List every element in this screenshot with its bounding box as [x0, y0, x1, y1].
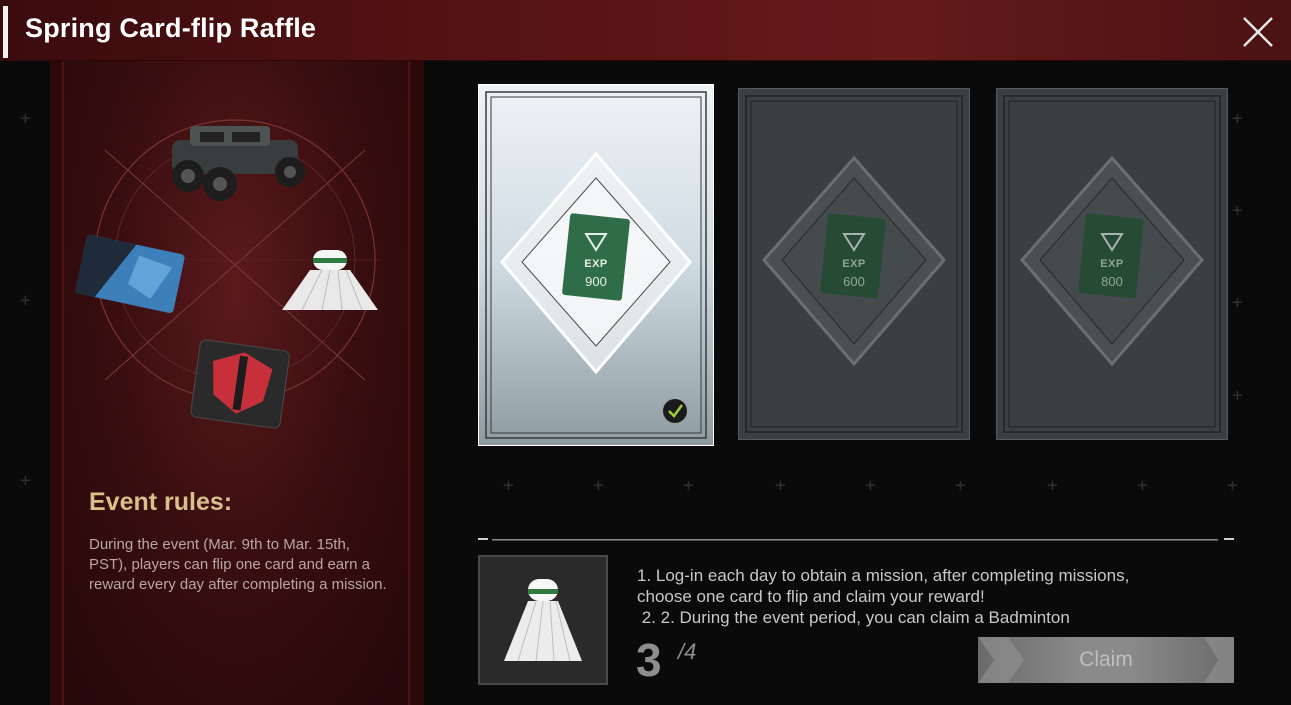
- flip-card-3[interactable]: EXP 800: [996, 88, 1228, 444]
- panel-stripe-right: [408, 61, 424, 705]
- vehicle-icon: [172, 126, 305, 201]
- card-3-exp-value: 800: [1101, 274, 1123, 289]
- page-title: Spring Card-flip Raffle: [25, 13, 317, 43]
- mission-reward-thumbnail: [478, 555, 608, 685]
- rules-title: Event rules:: [89, 488, 233, 516]
- close-button[interactable]: [1238, 12, 1278, 52]
- badminton-icon: [504, 579, 582, 662]
- badminton-icon: [282, 250, 378, 311]
- mission-line-3: 2. 2. During the event period, you can c…: [637, 608, 1070, 627]
- card-1-exp-value: 900: [585, 274, 607, 289]
- section-divider: [478, 538, 1234, 541]
- header-accent: [3, 6, 8, 58]
- rules-text: During the event (Mar. 9th to Mar. 15th,…: [89, 536, 387, 593]
- claim-button-label: Claim: [1079, 648, 1133, 671]
- close-icon: [1243, 17, 1273, 47]
- mission-description: 1. Log-in each day to obtain a mission, …: [637, 565, 1207, 628]
- rewards-wheel: [74, 119, 380, 429]
- progress-total: /4: [678, 639, 697, 664]
- emblem-icon: [190, 339, 290, 429]
- card-2-exp-value: 600: [843, 274, 865, 289]
- header-bar: Spring Card-flip Raffle: [0, 0, 1291, 61]
- mission-line-2: choose one card to flip and claim your r…: [637, 587, 985, 606]
- card-3-exp-label: EXP: [1100, 258, 1124, 270]
- card-2-exp-label: EXP: [842, 258, 866, 270]
- claim-button[interactable]: Claim: [978, 637, 1234, 683]
- progress-current: 3: [636, 634, 662, 686]
- flip-card-1[interactable]: EXP 900: [478, 84, 714, 446]
- flip-card-2[interactable]: EXP 600: [738, 88, 970, 444]
- mission-line-1: 1. Log-in each day to obtain a mission, …: [637, 566, 1130, 585]
- card-1-exp-label: EXP: [584, 258, 608, 270]
- card-skin-icon: [74, 234, 185, 313]
